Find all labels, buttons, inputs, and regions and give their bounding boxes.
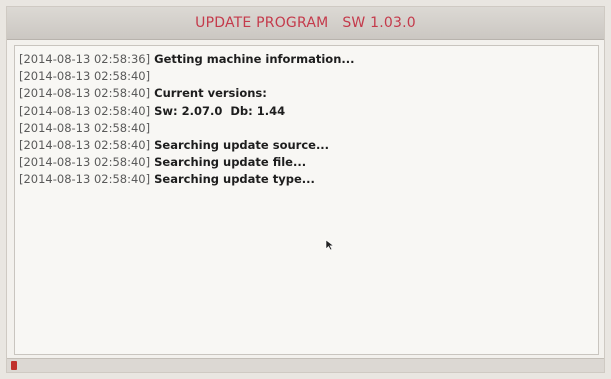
log-timestamp: [2014-08-13 02:58:40] — [19, 137, 151, 152]
progress-fill — [11, 361, 17, 370]
log-message — [150, 68, 154, 85]
log-message: Searching update type... — [154, 172, 315, 187]
log-panel: [2014-08-13 02:58:36] Getting machine in… — [14, 45, 599, 355]
update-program-screen: UPDATE PROGRAM SW 1.03.0 [2014-08-13 02:… — [6, 6, 605, 373]
log-entry: [2014-08-13 02:58:40] Current versions: — [19, 85, 598, 102]
log-timestamp: [2014-08-13 02:58:40] — [19, 69, 151, 84]
log-message: Searching update file... — [154, 155, 307, 170]
mouse-pointer-icon — [325, 239, 335, 251]
log-timestamp: [2014-08-13 02:58:40] — [19, 103, 151, 118]
log-timestamp: [2014-08-13 02:58:40] — [19, 155, 151, 170]
log-timestamp: [2014-08-13 02:58:40] — [19, 172, 151, 187]
progress-bar — [7, 358, 604, 372]
log-entry: [2014-08-13 02:58:36] Getting machine in… — [19, 51, 598, 68]
log-entry: [2014-08-13 02:58:40] Searching update t… — [19, 171, 598, 188]
log-entry: [2014-08-13 02:58:40] — [19, 68, 598, 85]
log-message: Sw: 2.07.0 Db: 1.44 — [154, 103, 286, 118]
log-entry: [2014-08-13 02:58:40] Searching update f… — [19, 154, 598, 171]
log-timestamp: [2014-08-13 02:58:36] — [19, 52, 151, 66]
title-bar: UPDATE PROGRAM SW 1.03.0 — [7, 7, 604, 40]
log-timestamp: [2014-08-13 02:58:40] — [19, 86, 151, 101]
log-timestamp: [2014-08-13 02:58:40] — [19, 120, 151, 135]
log-message — [150, 120, 154, 137]
log-entry: [2014-08-13 02:58:40] Searching update s… — [19, 137, 598, 154]
log-message: Searching update source... — [154, 137, 330, 152]
log-list: [2014-08-13 02:58:36] Getting machine in… — [15, 46, 598, 189]
log-entry: [2014-08-13 02:58:40] Sw: 2.07.0 Db: 1.4… — [19, 103, 598, 120]
window-title: UPDATE PROGRAM SW 1.03.0 — [195, 15, 416, 31]
log-entry: [2014-08-13 02:58:40] — [19, 120, 598, 137]
log-message: Getting machine information... — [154, 52, 355, 66]
log-message: Current versions: — [154, 86, 267, 101]
